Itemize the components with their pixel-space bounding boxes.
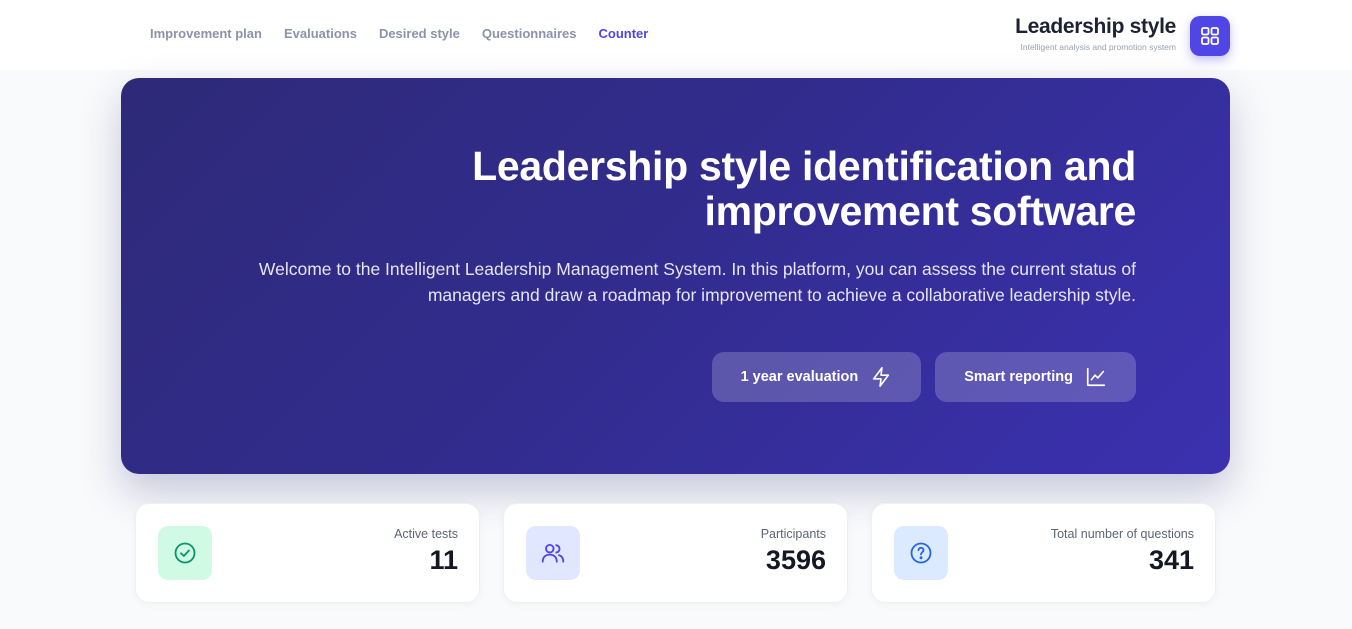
smart-reporting-label: Smart reporting	[964, 369, 1073, 385]
smart-reporting-button[interactable]: Smart reporting	[935, 352, 1136, 402]
stat-label: Total number of questions	[1050, 527, 1194, 541]
one-year-evaluation-label: 1 year evaluation	[740, 369, 859, 385]
lightning-icon	[870, 366, 892, 388]
hero-actions: 1 year evaluation Smart reporting	[711, 352, 1136, 402]
hero-description: Welcome to the Intelligent Leadership Ma…	[258, 259, 1136, 305]
stat-label: Active tests	[394, 527, 458, 541]
stat-value: 341	[1148, 545, 1194, 575]
brand-title: Leadership style	[1015, 15, 1176, 38]
one-year-evaluation-button[interactable]: 1 year evaluation	[711, 352, 922, 402]
grid-icon[interactable]	[1190, 16, 1230, 56]
users-icon	[526, 526, 580, 580]
stat-value: 11	[429, 545, 458, 575]
nav-evaluations[interactable]: Evaluations	[284, 26, 357, 41]
nav-desired-style[interactable]: Desired style	[379, 26, 460, 41]
main-nav: Improvement plan Evaluations Desired sty…	[150, 26, 648, 41]
stats-row: Active tests 11 Participants 3596 Total …	[135, 503, 1216, 603]
chart-icon	[1085, 366, 1107, 388]
nav-counter[interactable]: Counter	[599, 26, 649, 41]
brand-subtitle: Intelligent analysis and promotion syste…	[1020, 42, 1176, 52]
hero-banner: Leadership style identification and impr…	[121, 78, 1230, 474]
stat-card-participants: Participants 3596	[503, 503, 848, 603]
stat-card-active-tests: Active tests 11	[135, 503, 480, 603]
brand: Leadership style Intelligent analysis an…	[1015, 15, 1176, 52]
nav-questionnaires[interactable]: Questionnaires	[482, 26, 577, 41]
stat-value: 3596	[765, 545, 826, 575]
top-bar: Improvement plan Evaluations Desired sty…	[0, 0, 1352, 70]
question-circle-icon	[894, 526, 948, 580]
stat-label: Participants	[760, 527, 826, 541]
check-circle-icon	[158, 526, 212, 580]
nav-improvement-plan[interactable]: Improvement plan	[150, 26, 262, 41]
hero-title: Leadership style identification and impr…	[472, 143, 1136, 234]
stat-card-total-questions: Total number of questions 341	[871, 503, 1216, 603]
